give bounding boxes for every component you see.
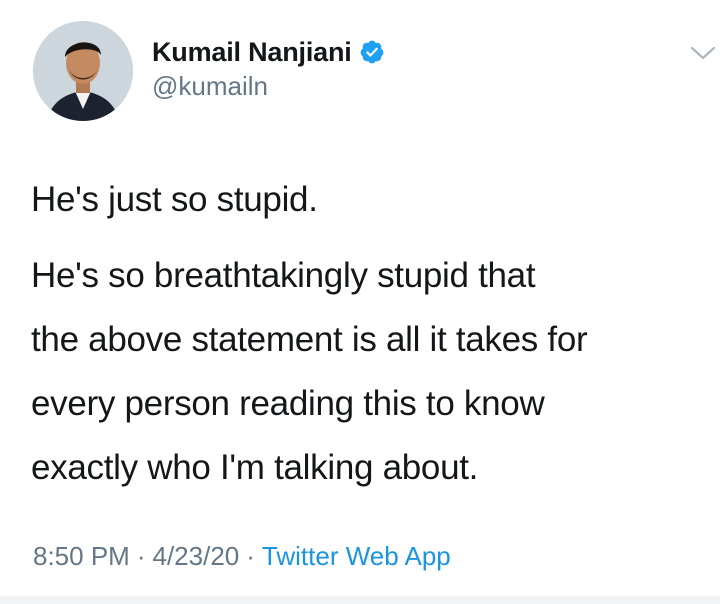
tweet-card: Kumail Nanjiani @kumailn He's just so st…	[0, 0, 720, 604]
verified-badge-icon	[359, 39, 385, 65]
meta-separator: ·	[246, 541, 255, 571]
tweet-header: Kumail Nanjiani @kumailn	[0, 0, 720, 140]
author-info[interactable]: Kumail Nanjiani @kumailn	[152, 35, 385, 102]
tweet-time[interactable]: 8:50 PM	[33, 541, 130, 572]
avatar[interactable]	[33, 21, 133, 121]
meta-separator: ·	[136, 541, 146, 571]
tweet-paragraph-2: He's so breathtakingly stupid that the a…	[31, 256, 588, 487]
divider	[0, 596, 720, 604]
tweet-source-link[interactable]: Twitter Web App	[262, 541, 451, 572]
display-name[interactable]: Kumail Nanjiani	[152, 37, 352, 68]
tweet-date[interactable]: 4/23/20	[153, 541, 240, 572]
profile-photo	[33, 21, 133, 121]
tweet-paragraph-1: He's just so stupid.	[31, 180, 318, 219]
display-name-row: Kumail Nanjiani	[152, 35, 385, 69]
chevron-down-icon[interactable]	[688, 40, 718, 64]
tweet-meta: 8:50 PM · 4/23/20 · Twitter Web App	[33, 541, 451, 572]
tweet-text: He's just so stupid. He's so breathtakin…	[31, 168, 711, 500]
author-handle[interactable]: @kumailn	[152, 71, 385, 102]
